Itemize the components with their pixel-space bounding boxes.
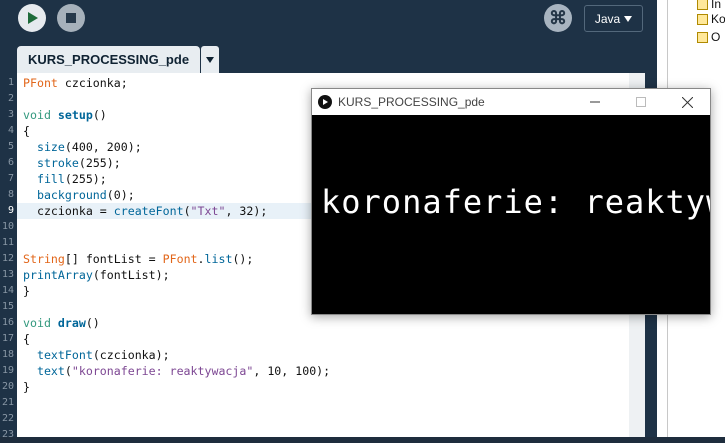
right-panel-item[interactable]: O [697,30,720,44]
processing-app-icon [318,95,332,109]
sketch-canvas[interactable]: koronaferie: reaktywacja [312,115,710,314]
maximize-button[interactable] [618,89,664,115]
maximize-icon [636,97,646,107]
right-panel-item-label: In [711,0,722,11]
close-icon [681,96,693,108]
line-number: 22 [1,413,14,424]
line-number: 15 [1,301,14,312]
code-line: } [23,380,30,394]
debug-icon: ⌘ [549,7,567,28]
line-number: 10 [1,221,14,232]
code-line: background(0); [36,188,135,202]
mode-select[interactable]: Java [584,5,643,32]
line-number: 7 [7,173,14,184]
line-number: 9 [7,205,14,216]
minimize-button[interactable] [572,89,618,115]
line-number-gutter: 1 2 3 4 5 6 7 8 9 10 11 12 13 14 15 16 17 18 19 20 21 22 23 [0,73,17,440]
tab-label: KURS_PROCESSING_pde [27,52,190,67]
line-number: 13 [1,269,14,280]
line-number: 4 [7,125,14,136]
right-panel-item[interactable]: In [697,0,721,11]
tab-menu-button[interactable] [201,46,219,73]
code-line: { [23,332,30,346]
line-number: 16 [1,317,14,328]
chevron-down-icon [206,56,214,63]
minimize-icon [590,101,600,103]
code-line: printArray(fontList); [23,268,170,282]
code-line: size(400, 200); [36,140,142,154]
line-number: 6 [7,157,14,168]
stop-icon [66,13,76,23]
run-button[interactable] [18,4,46,32]
play-icon [28,12,38,24]
settings-icon [697,31,708,43]
line-number: 19 [1,365,14,376]
line-number: 8 [7,189,14,200]
stop-button[interactable] [57,4,85,32]
chevron-down-icon [624,15,633,22]
right-panel-item-label: Ko [711,12,725,26]
sketch-window[interactable]: KURS_PROCESSING_pde koronaferie: reaktyw… [311,88,711,315]
code-line: } [23,284,30,298]
right-panel-item-label: O [711,30,721,44]
right-panel-item[interactable]: Ko [697,12,725,26]
line-number: 17 [1,333,14,344]
close-button[interactable] [664,89,710,115]
code-line: PFont czcionka; [23,76,128,90]
sketch-window-title: KURS_PROCESSING_pde [338,95,485,109]
line-number: 5 [7,141,14,152]
code-line: czcionka = createFont("Txt", 32); [23,204,268,218]
line-number: 12 [1,253,14,264]
line-number: 3 [7,109,14,120]
line-number: 21 [1,397,14,408]
sketch-titlebar[interactable]: KURS_PROCESSING_pde [312,89,710,115]
line-number: 11 [1,237,14,248]
toolbar: ⌘ Java [0,0,657,44]
code-line: fill(255); [36,172,107,186]
line-number: 2 [7,93,14,104]
code-line: textFont(czcionka); [36,348,170,362]
tab-sketch[interactable]: KURS_PROCESSING_pde [17,46,200,73]
sketch-canvas-text: koronaferie: reaktywacja [321,183,710,221]
line-number: 20 [1,381,14,392]
line-number: 1 [7,77,14,88]
code-line: stroke(255); [36,156,121,170]
tab-bar: KURS_PROCESSING_pde [0,44,657,73]
code-line: { [23,124,30,138]
code-line: void setup() [23,108,107,122]
mode-label: Java [594,11,621,26]
code-line: void draw() [23,316,100,330]
line-number: 14 [1,285,14,296]
line-number: 23 [1,429,14,440]
list-icon [697,0,708,10]
code-line: text("koronaferie: reaktywacja", 10, 100… [36,364,331,378]
line-number: 18 [1,349,14,360]
note-icon [697,13,708,25]
debug-button[interactable]: ⌘ [544,4,572,32]
code-line: String[] fontList = PFont.list(); [23,252,254,266]
